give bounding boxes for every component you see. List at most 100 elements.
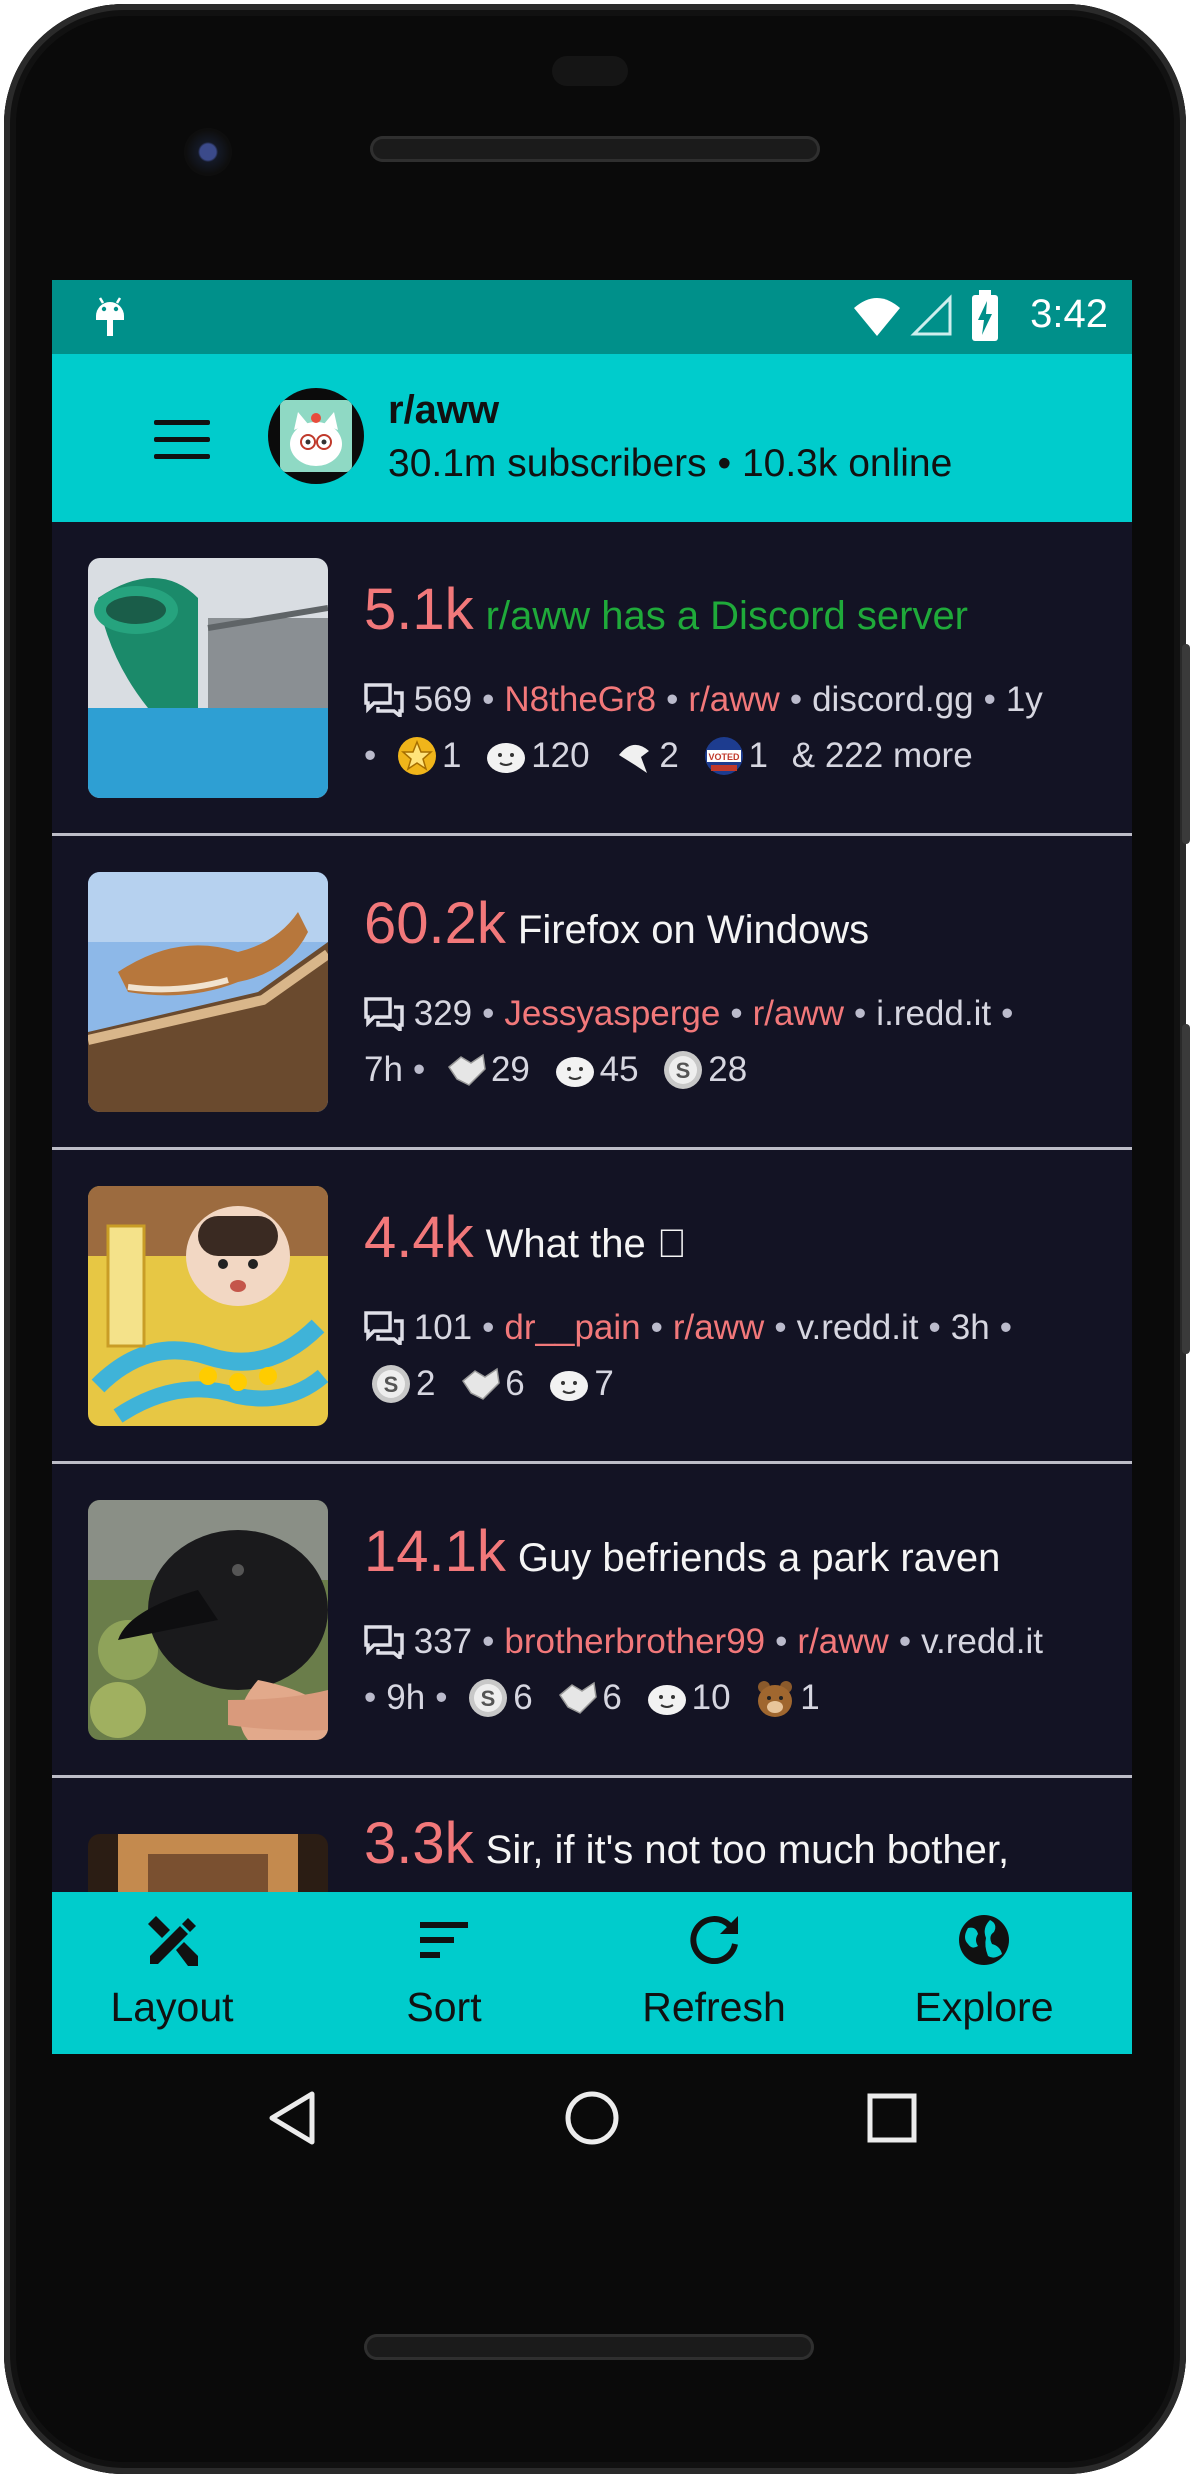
post-item[interactable]: 5.1k r/aww has a Discord server 569 • N8the… xyxy=(52,522,1132,836)
bottom-speaker xyxy=(364,2334,814,2360)
post-header: 4.4k What the   xyxy=(364,1204,1112,1271)
front-camera xyxy=(184,128,232,176)
post-title[interactable]: What the   xyxy=(486,1222,687,1266)
post-domain: i.redd.it xyxy=(876,994,992,1033)
wifi-icon xyxy=(854,298,900,336)
comments-icon xyxy=(364,1625,404,1659)
back-icon[interactable] xyxy=(264,2088,320,2148)
post-age: 7h xyxy=(364,1050,403,1089)
post-domain: v.redd.it xyxy=(796,1308,919,1347)
layout-button[interactable]: Layout xyxy=(52,1910,292,2031)
post-score: 3.3k xyxy=(364,1811,474,1876)
post-item[interactable]: 60.2k Firefox on Windows 329 • Jessyasperge… xyxy=(52,836,1132,1150)
post-meta: 101 • dr__pain • r/aww • v.redd.it • 3h • S2 6 7 xyxy=(364,1300,1092,1412)
award-count: 2 xyxy=(416,1364,436,1403)
award-count: 6 xyxy=(505,1364,525,1403)
post-title[interactable]: Guy befriends a park raven xyxy=(518,1536,1000,1580)
post-meta: 337 • brotherbrother99 • r/aww • v.redd.it • 9h… xyxy=(364,1622,1043,1717)
post-title[interactable]: Sir, if it's not too much bother, xyxy=(486,1828,1009,1872)
post-thumbnail[interactable] xyxy=(88,558,328,798)
comment-count[interactable]: 569 xyxy=(414,680,472,719)
layout-icon xyxy=(148,1916,198,1966)
post-author[interactable]: dr__pain xyxy=(504,1308,640,1347)
post-meta: 569 • N8theGr8 • r/aww • discord.gg • 1y • 1 120… xyxy=(364,680,1043,775)
silver-award-icon: S xyxy=(469,1679,508,1717)
sort-button[interactable]: Sort xyxy=(324,1910,564,2031)
svg-text:S: S xyxy=(481,1686,496,1711)
post-subreddit[interactable]: r/aww xyxy=(797,1622,888,1661)
award-count: 28 xyxy=(708,1050,748,1089)
post-author[interactable]: brotherbrother99 xyxy=(504,1622,765,1661)
cell-signal-icon xyxy=(910,294,952,336)
silver-award-icon: S xyxy=(664,1051,703,1089)
post-author[interactable]: Jessyasperge xyxy=(504,994,720,1033)
post-subreddit[interactable]: r/aww xyxy=(753,994,844,1033)
award-count: 29 xyxy=(490,1050,530,1089)
post-feed[interactable]: 5.1k r/aww has a Discord server 569 • N8the… xyxy=(52,522,1132,2054)
post-item[interactable]: 14.1k Guy befriends a park raven 337 • brot… xyxy=(52,1464,1132,1778)
comments-icon xyxy=(364,1311,404,1345)
post-author[interactable]: N8theGr8 xyxy=(504,680,656,719)
recents-icon[interactable] xyxy=(864,2090,920,2146)
award-count: 2 xyxy=(659,736,679,775)
post-thumbnail[interactable] xyxy=(88,1500,328,1740)
sort-label: Sort xyxy=(406,1984,482,2030)
status-time: 3:42 xyxy=(1030,292,1108,336)
post-header: 5.1k r/aww has a Discord server xyxy=(364,576,1112,643)
post-thumbnail[interactable] xyxy=(88,1186,328,1426)
explore-button[interactable]: Explore xyxy=(864,1910,1104,2031)
comment-count[interactable]: 101 xyxy=(414,1308,472,1347)
post-meta: 329 • Jessyasperge • r/aww • i.redd.it • 7h • 29 … xyxy=(364,994,1014,1089)
helpful-hand-award-icon xyxy=(619,744,650,773)
svg-text:S: S xyxy=(384,1372,399,1397)
award-count: 6 xyxy=(602,1678,622,1717)
subreddit-avatar[interactable] xyxy=(268,388,364,484)
refresh-button[interactable]: Refresh xyxy=(594,1910,834,2031)
award-count: 1 xyxy=(800,1678,820,1717)
comment-count[interactable]: 337 xyxy=(414,1622,472,1661)
award-count: 10 xyxy=(691,1678,731,1717)
volume-button xyxy=(1182,1024,1190,1354)
app-screen: 3:42 r/aww 30.1m subscribers • 10.3k onl… xyxy=(52,280,1132,2054)
bear-award-icon xyxy=(758,1681,793,1717)
silver-award-icon: S xyxy=(372,1365,410,1403)
subreddit-toolbar: r/aww 30.1m subscribers • 10.3k online xyxy=(52,354,1132,522)
subreddit-title[interactable]: r/aww xyxy=(388,388,499,433)
post-header: 3.3k Sir, if it's not too much bother, xyxy=(364,1810,1112,1877)
post-subreddit[interactable]: r/aww xyxy=(673,1308,764,1347)
system-nav-bar xyxy=(52,2054,1132,2204)
sort-icon xyxy=(420,1922,468,1958)
post-domain: discord.gg xyxy=(812,680,974,719)
post-score: 60.2k xyxy=(364,891,506,956)
comment-count[interactable]: 329 xyxy=(414,994,472,1033)
post-score: 5.1k xyxy=(364,577,474,642)
post-domain: v.redd.it xyxy=(921,1622,1043,1661)
post-score: 14.1k xyxy=(364,1519,506,1584)
wholesome-seal-award-icon xyxy=(487,743,526,773)
svg-text:S: S xyxy=(676,1058,691,1083)
handshake-award-icon xyxy=(462,1367,500,1400)
voted-award-icon: VOTED xyxy=(704,737,743,775)
post-subreddit[interactable]: r/aww xyxy=(688,680,779,719)
refresh-label: Refresh xyxy=(642,1984,786,2030)
award-count: 7 xyxy=(594,1364,614,1403)
status-bar: 3:42 xyxy=(52,280,1132,354)
post-thumbnail[interactable] xyxy=(88,872,328,1112)
android-debug-icon xyxy=(96,297,124,336)
award-count: 6 xyxy=(513,1678,533,1717)
svg-text:VOTED: VOTED xyxy=(708,752,740,762)
wholesome-seal-award-icon xyxy=(647,1685,686,1715)
post-title[interactable]: Firefox on Windows xyxy=(518,908,869,952)
more-awards[interactable]: & 222 more xyxy=(792,736,973,775)
refresh-icon xyxy=(690,1916,738,1965)
home-icon[interactable] xyxy=(562,2088,622,2148)
post-item[interactable]: 4.4k What the   101 • dr__pain • r/aww • v.redd… xyxy=(52,1150,1132,1464)
gold-star-award-icon xyxy=(398,737,436,775)
top-speaker xyxy=(370,136,820,162)
post-title[interactable]: r/aww has a Discord server xyxy=(486,594,968,638)
menu-icon[interactable] xyxy=(154,420,210,459)
post-header: 60.2k Firefox on Windows xyxy=(364,890,1112,957)
post-header: 14.1k Guy befriends a park raven xyxy=(364,1518,1112,1585)
battery-charging-icon xyxy=(972,290,998,341)
globe-icon xyxy=(959,1915,1009,1965)
